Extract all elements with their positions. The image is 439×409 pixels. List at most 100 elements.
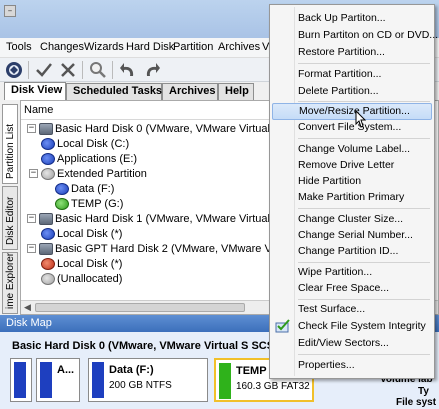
tree-row-local-disk-star-red[interactable]: Local Disk (*) [41,256,122,271]
tree-row-label: Applications (E:) [57,152,138,165]
side-tab-disk-editor[interactable]: Disk Editor [2,186,18,250]
side-tab-label: Disk Editor [5,196,16,245]
toolbar-separator [28,61,29,79]
menu-item-convert-file-system[interactable]: Convert File System... [272,119,432,136]
scrollbar-thumb[interactable] [35,303,245,312]
collapse-icon[interactable]: − [27,124,36,133]
menu-item-back-up-partition[interactable]: Back Up Partiton... [272,10,432,27]
search-icon[interactable] [88,60,108,80]
blue-partition-icon [41,137,55,150]
disk-map-block-info: 160.3 GB FAT32 [236,381,310,392]
tab-disk-view[interactable]: Disk View [4,82,66,100]
disk-map-block-label: A... [57,364,75,376]
menu-separator [298,208,430,209]
collapse-icon[interactable]: − [27,214,36,223]
menu-item-change-cluster-size[interactable]: Change Cluster Size... [272,211,432,228]
undo-icon[interactable] [118,60,138,80]
window-control[interactable]: – [0,4,20,20]
partition-color-bar [219,363,231,399]
green-partition-icon [55,197,69,210]
tree-row-label: Extended Partition [57,167,147,180]
file-system-caption: File syst [396,397,437,408]
mouse-pointer-icon [355,109,367,128]
side-tab-label: Partition List [5,123,16,179]
redo-icon[interactable] [142,60,162,80]
menu-item-move-resize-partition[interactable]: Move/Resize Partition... [272,103,432,120]
disk-icon[interactable] [4,60,24,80]
side-tab-label: ime Explorer [5,252,16,309]
menu-separator [298,354,430,355]
menu-item-wipe-partition[interactable]: Wipe Partition... [272,264,432,281]
menu-item-label: Check File System Integrity [298,320,426,332]
menu-item-restore-partition[interactable]: Restore Partition... [272,44,432,61]
toolbar-separator [112,61,113,79]
menu-separator [298,262,430,263]
type-caption: Ty [418,386,429,397]
side-tabs: Partition List Disk Editor ime Explorer [0,100,20,315]
partition-context-menu: Back Up Partiton... Burn Partiton on CD … [269,4,438,379]
menu-partition[interactable]: Partition [173,41,213,53]
menu-item-make-partition-primary[interactable]: Make Partition Primary [272,189,432,206]
tree-row-label: Local Disk (C:) [57,137,130,150]
minimize-icon[interactable]: – [4,5,16,17]
tree-row-unallocated[interactable]: (Unallocated) [41,271,122,286]
menu-separator [298,63,430,64]
column-header-name[interactable]: Name [21,104,281,120]
menu-item-hide-partition[interactable]: Hide Partition [272,173,432,190]
disk-map-block-label: Data (F:) [109,364,154,376]
menu-hard-disk[interactable]: Hard Disk [126,41,174,53]
disk-map-block[interactable] [10,358,32,402]
menu-item-clear-free-space[interactable]: Clear Free Space... [272,280,432,297]
menu-tools[interactable]: Tools [6,41,32,53]
gray-partition-icon [41,272,55,285]
partition-color-bar [14,362,26,398]
disk-map-block-applications[interactable]: A... [36,358,80,402]
menu-wizards[interactable]: Wizards [84,41,124,53]
tree-row-temp-g[interactable]: TEMP (G:) [55,196,123,211]
blue-partition-icon [41,227,55,240]
tab-scheduled-tasks[interactable]: Scheduled Tasks [66,83,162,100]
menu-item-delete-partition[interactable]: Delete Partition... [272,83,432,100]
tree-row-label: Data (F:) [71,182,115,195]
partition-color-bar [92,362,104,398]
check-filesystem-icon [275,319,291,333]
side-tab-file-explorer[interactable]: ime Explorer [2,252,18,314]
tree-row-data-f[interactable]: Data (F:) [55,181,114,196]
hard-disk-icon [39,242,53,255]
menu-separator [298,299,430,300]
menu-item-remove-drive-letter[interactable]: Remove Drive Letter [272,157,432,174]
tree-row-local-disk-star[interactable]: Local Disk (*) [41,226,122,241]
menu-item-change-partition-id[interactable]: Change Partition ID... [272,243,432,260]
disk-map-block-label: TEMP [236,365,267,377]
menu-item-change-serial-number[interactable]: Change Serial Number... [272,227,432,244]
red-partition-icon [41,257,55,270]
menu-item-change-volume-label[interactable]: Change Volume Label... [272,141,432,158]
menu-item-properties[interactable]: Properties... [272,357,432,374]
tab-archives[interactable]: Archives [162,83,218,100]
disk-map-block-data[interactable]: Data (F:) 200 GB NTFS [88,358,208,402]
menu-item-format-partition[interactable]: Format Partition... [272,66,432,83]
menu-archives[interactable]: Archives [218,41,260,53]
hard-disk-icon [39,212,53,225]
checkmark-icon[interactable] [34,60,54,80]
blue-partition-icon [55,182,69,195]
menu-item-burn-partition[interactable]: Burn Partiton on CD or DVD... [272,27,438,44]
menu-item-edit-view-sectors[interactable]: Edit/View Sectors... [272,335,432,352]
collapse-icon[interactable]: − [27,244,36,253]
tree-row-label: (Unallocated) [57,272,123,285]
disk-map-disk-title: Basic Hard Disk 0 (VMware, VMware Virtua… [12,340,304,352]
tree-row-label: Local Disk (*) [57,257,123,270]
gray-partition-icon [41,167,55,180]
tree-row-applications-e[interactable]: Applications (E:) [41,151,137,166]
menu-separator [298,138,430,139]
menu-changes[interactable]: Changes [40,41,84,53]
menu-item-test-surface[interactable]: Test Surface... [272,301,432,318]
collapse-icon[interactable]: − [29,169,38,178]
menu-item-check-file-system-integrity[interactable]: Check File System Integrity [272,318,432,335]
scroll-left-icon[interactable]: ◀ [24,302,31,313]
tab-help[interactable]: Help [218,83,254,100]
tree-row-extended-partition[interactable]: − Extended Partition [29,166,147,181]
side-tab-partition-list[interactable]: Partition List [2,104,18,184]
cross-icon[interactable] [58,60,78,80]
tree-row-local-disk-c[interactable]: Local Disk (C:) [41,136,129,151]
